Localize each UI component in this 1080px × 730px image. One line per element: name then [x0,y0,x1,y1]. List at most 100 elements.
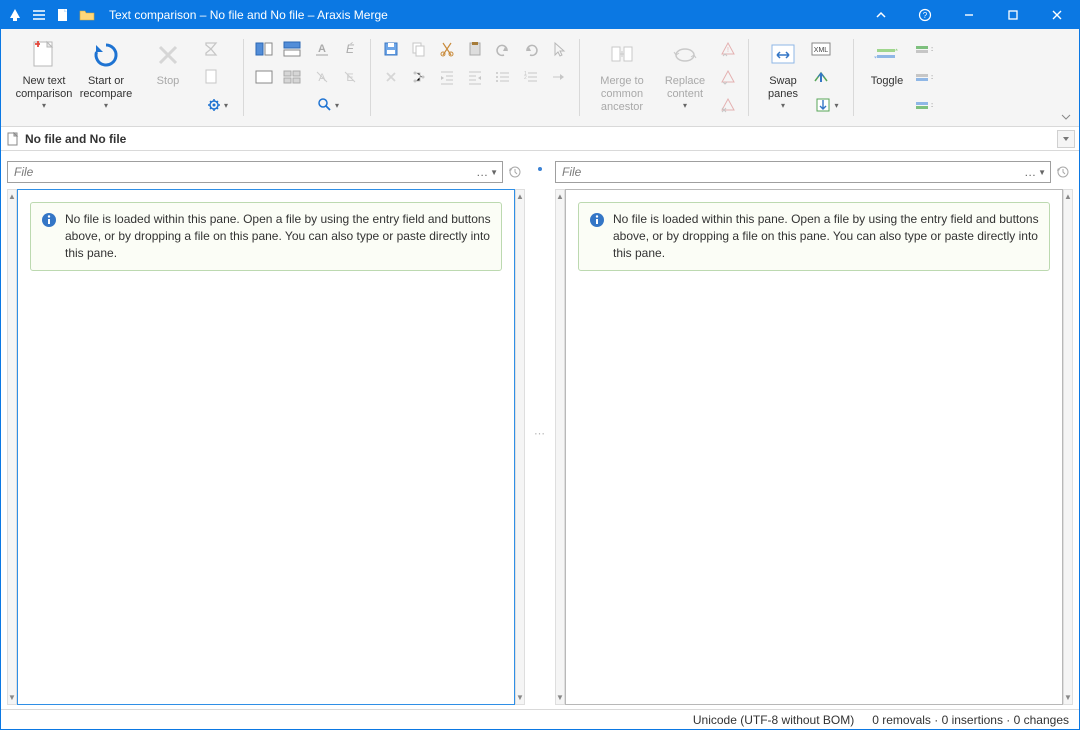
sigma-button[interactable] [199,37,223,61]
hamburger-icon[interactable] [31,7,47,23]
pointer-button[interactable] [547,37,571,61]
gutter-down-icon[interactable]: ▼ [8,693,16,702]
titlebar: Text comparison – No file and No file – … [1,1,1079,29]
app-menu-icon[interactable] [7,7,23,23]
grid-pane-button[interactable] [280,65,304,89]
goto-button[interactable] [547,65,571,89]
svg-text:A: A [318,43,326,55]
svg-text:±: ± [931,71,933,81]
right-gutter[interactable]: ▲ ▼ [555,189,565,705]
swap-icon [767,39,799,71]
doc-option-button[interactable] [199,65,223,89]
left-history-button[interactable] [505,161,525,183]
minimize-button[interactable] [947,1,991,29]
chevron-down-icon[interactable]: ▼ [490,168,498,177]
warning-del-button[interactable] [716,93,740,117]
tree-button[interactable] [407,65,431,89]
comparison-area: File … ▼ ▲ ▼ [1,151,1079,709]
right-editor[interactable]: No file is loaded within this pane. Open… [565,189,1063,705]
left-gutter-right[interactable]: ▲ ▼ [515,189,525,705]
xml-button[interactable]: XML [809,37,833,61]
replace-icon [669,39,701,71]
toggle-icon [871,39,903,71]
doc-tab-title[interactable]: No file and No file [25,132,126,146]
cut-button[interactable] [435,37,459,61]
warning-up-button[interactable]: ! [716,37,740,61]
right-pane: File … ▼ ▲ ▼ [555,161,1073,705]
single-pane-button[interactable] [252,65,276,89]
divider-marker-icon [538,167,542,171]
gutter-down-icon[interactable]: ▼ [556,693,564,702]
new-text-label: New text comparison [16,75,73,101]
zoom-dropdown[interactable]: ▾ [310,93,346,117]
ellipsis-icon[interactable]: … [1024,165,1036,179]
svg-text:?: ? [923,11,928,20]
paste-button[interactable] [463,37,487,61]
svg-text:±: ± [931,99,933,109]
svg-text:±: ± [931,43,933,53]
pull-down-button[interactable]: ▾ [809,93,845,117]
chevron-down-icon: ▾ [104,101,108,110]
color-a-button[interactable]: A [310,37,334,61]
document-tabbar: No file and No file [1,127,1079,151]
pane-divider[interactable]: ⋯ [525,161,555,705]
ribbon-toggle-button[interactable] [859,1,903,29]
right-history-button[interactable] [1053,161,1073,183]
row-remove-button[interactable]: ± [912,65,936,89]
indent-right-button[interactable] [463,65,487,89]
svg-text:XML: XML [814,47,829,54]
gutter-down-icon[interactable]: ▼ [516,693,524,702]
close-button[interactable] [1035,1,1079,29]
chevron-down-icon[interactable]: ▼ [1038,168,1046,177]
list-button[interactable] [491,65,515,89]
right-file-field[interactable]: File … ▼ [555,161,1051,183]
maximize-button[interactable] [991,1,1035,29]
indent-left-button[interactable] [435,65,459,89]
start-label: Start or recompare [80,75,133,101]
divider-handle-icon[interactable]: ⋯ [534,427,546,440]
right-gutter-right[interactable]: ▲ ▼ [1063,189,1073,705]
font-a-off-button[interactable]: A [310,65,334,89]
row-add-button[interactable]: ± [912,37,936,61]
left-gutter[interactable]: ▲ ▼ [7,189,17,705]
row-swap-button[interactable]: ± [912,93,936,117]
gutter-down-icon[interactable]: ▼ [1064,693,1072,702]
gutter-up-icon[interactable]: ▲ [516,192,524,201]
font-e-off-button[interactable]: E [338,65,362,89]
toggle-button[interactable]: Toggle [862,35,912,121]
layout-v-button[interactable] [280,37,304,61]
gutter-up-icon[interactable]: ▲ [8,192,16,201]
swap-panes-button[interactable]: Swap panes ▾ [757,35,809,121]
insert-e-button[interactable]: É [338,37,362,61]
open-folder-icon[interactable] [79,7,95,23]
start-recompare-button[interactable]: Start or recompare ▾ [75,35,137,121]
copy-button[interactable] [407,37,431,61]
svg-text:!: ! [727,47,729,54]
gutter-up-icon[interactable]: ▲ [1064,192,1072,201]
tab-dropdown[interactable] [1057,130,1075,148]
left-editor[interactable]: No file is loaded within this pane. Open… [17,189,515,705]
left-info-box: No file is loaded within this pane. Open… [30,202,502,271]
save-dropdown[interactable] [379,37,403,61]
left-file-field[interactable]: File … ▼ [7,161,503,183]
numbered-list-button[interactable]: 12 [519,65,543,89]
clear-button[interactable] [379,65,403,89]
help-button[interactable]: ? [903,1,947,29]
svg-text:2: 2 [524,75,527,81]
layout-h-button[interactable] [252,37,276,61]
file-placeholder: File [556,165,581,179]
info-icon [41,212,57,228]
warning-down-button[interactable] [716,65,740,89]
ribbon-collapse-icon[interactable] [1057,110,1075,124]
settings-dropdown[interactable]: ▾ [199,93,235,117]
new-doc-icon[interactable] [55,7,71,23]
redo-button[interactable] [519,37,543,61]
info-icon [589,212,605,228]
new-text-comparison-button[interactable]: New text comparison ▾ [13,35,75,121]
undo-button[interactable] [491,37,515,61]
ellipsis-icon[interactable]: … [476,165,488,179]
pull-up-button[interactable] [809,65,833,89]
gutter-up-icon[interactable]: ▲ [556,192,564,201]
new-doc-plus-icon [28,39,60,71]
left-pane: File … ▼ ▲ ▼ [7,161,525,705]
